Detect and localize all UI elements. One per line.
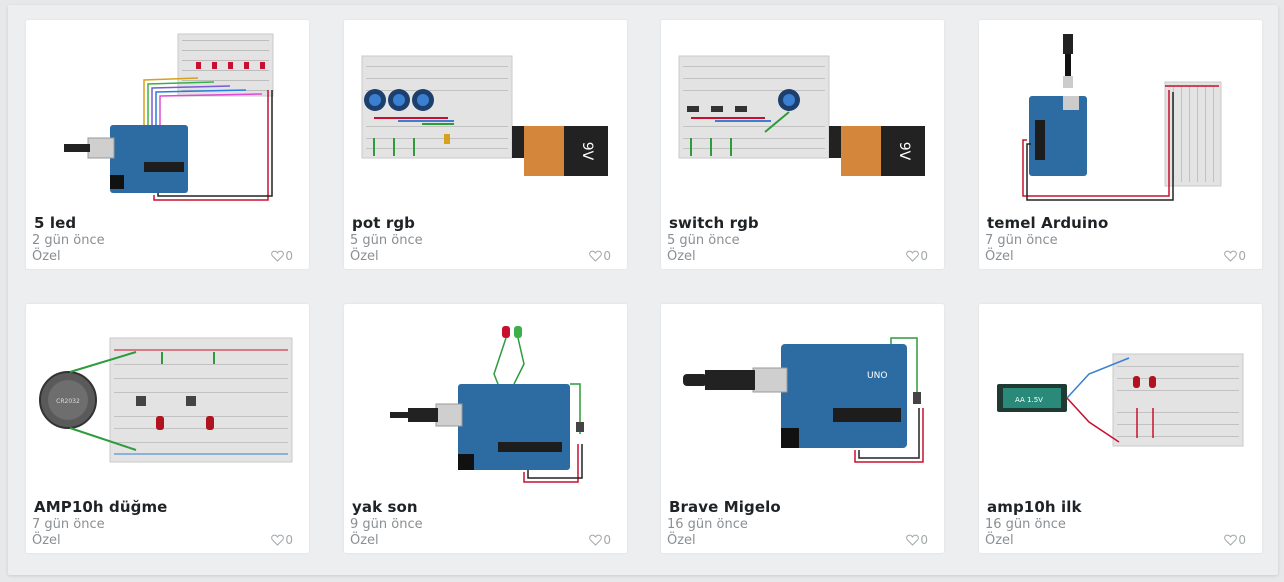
- project-privacy: Özel: [32, 249, 61, 264]
- battery-label: 9V: [896, 142, 912, 161]
- project-title[interactable]: temel Arduino: [987, 214, 1108, 232]
- project-card[interactable]: yak son 9 gün önce Özel 0: [344, 304, 627, 553]
- like-button[interactable]: 0: [906, 533, 928, 547]
- heart-icon: [589, 250, 603, 262]
- aa-cell-label: AA 1.5V: [1015, 396, 1043, 404]
- battery-label: 9V: [579, 142, 595, 161]
- project-thumbnail: 9V: [361, 55, 608, 176]
- project-card[interactable]: temel Arduino 7 gün önce Özel 0: [979, 20, 1262, 269]
- project-time: 5 gün önce: [667, 233, 740, 248]
- like-count: 0: [1238, 533, 1246, 547]
- like-button[interactable]: 0: [1224, 533, 1246, 547]
- project-card[interactable]: 9V switch rgb 5 gün önce Özel 0: [661, 20, 944, 269]
- project-title[interactable]: switch rgb: [669, 214, 759, 232]
- project-time: 2 gün önce: [32, 233, 105, 248]
- like-button[interactable]: 0: [589, 533, 611, 547]
- heart-icon: [1224, 250, 1238, 262]
- projects-grid: 5 led 2 gün önce Özel 0 9V pot rgb 5 gün…: [8, 5, 1278, 575]
- project-title[interactable]: amp10h ilk: [987, 498, 1082, 516]
- project-privacy: Özel: [985, 249, 1014, 264]
- project-privacy: Özel: [667, 533, 696, 548]
- heart-icon: [589, 534, 603, 546]
- project-privacy: Özel: [985, 533, 1014, 548]
- project-time: 9 gün önce: [350, 517, 423, 532]
- project-thumbnail: 9V: [678, 55, 925, 176]
- like-count: 0: [285, 533, 293, 547]
- project-card[interactable]: AA 1.5V amp10h ilk 16 gün önce Özel 0: [979, 304, 1262, 553]
- heart-icon: [271, 250, 285, 262]
- board-label: UNO: [867, 371, 887, 381]
- like-count: 0: [603, 249, 611, 263]
- project-title[interactable]: AMP10h düğme: [34, 498, 167, 516]
- heart-icon: [906, 250, 920, 262]
- project-time: 5 gün önce: [350, 233, 423, 248]
- project-card[interactable]: 9V pot rgb 5 gün önce Özel 0: [344, 20, 627, 269]
- like-button[interactable]: 0: [1224, 249, 1246, 263]
- project-privacy: Özel: [350, 533, 379, 548]
- project-thumbnail: [390, 326, 584, 483]
- project-card[interactable]: 5 led 2 gün önce Özel 0: [26, 20, 309, 269]
- like-button[interactable]: 0: [589, 249, 611, 263]
- like-count: 0: [603, 533, 611, 547]
- project-thumbnail: [1022, 34, 1222, 201]
- project-card[interactable]: CR2032 AMP10h düğme 7 gün önce Özel 0: [26, 304, 309, 553]
- coin-cell-label: CR2032: [56, 398, 80, 405]
- heart-icon: [271, 534, 285, 546]
- project-title[interactable]: yak son: [352, 498, 418, 516]
- project-title[interactable]: Brave Migelo: [669, 498, 781, 516]
- project-privacy: Özel: [32, 533, 61, 548]
- project-thumbnail: UNO: [683, 337, 924, 463]
- like-count: 0: [920, 249, 928, 263]
- like-button[interactable]: 0: [271, 249, 293, 263]
- project-time: 16 gün önce: [985, 517, 1066, 532]
- like-count: 0: [285, 249, 293, 263]
- like-button[interactable]: 0: [906, 249, 928, 263]
- project-thumbnail: [64, 33, 274, 201]
- project-thumbnail: CR2032: [39, 337, 293, 463]
- like-button[interactable]: 0: [271, 533, 293, 547]
- heart-icon: [1224, 534, 1238, 546]
- project-title[interactable]: pot rgb: [352, 214, 415, 232]
- project-title[interactable]: 5 led: [34, 214, 76, 232]
- like-count: 0: [920, 533, 928, 547]
- heart-icon: [906, 534, 920, 546]
- like-count: 0: [1238, 249, 1246, 263]
- project-card[interactable]: UNO Brave Migelo 16 gün önce Özel 0: [661, 304, 944, 553]
- project-time: 7 gün önce: [985, 233, 1058, 248]
- project-privacy: Özel: [350, 249, 379, 264]
- project-thumbnail: AA 1.5V: [997, 353, 1244, 447]
- project-time: 16 gün önce: [667, 517, 748, 532]
- project-time: 7 gün önce: [32, 517, 105, 532]
- project-privacy: Özel: [667, 249, 696, 264]
